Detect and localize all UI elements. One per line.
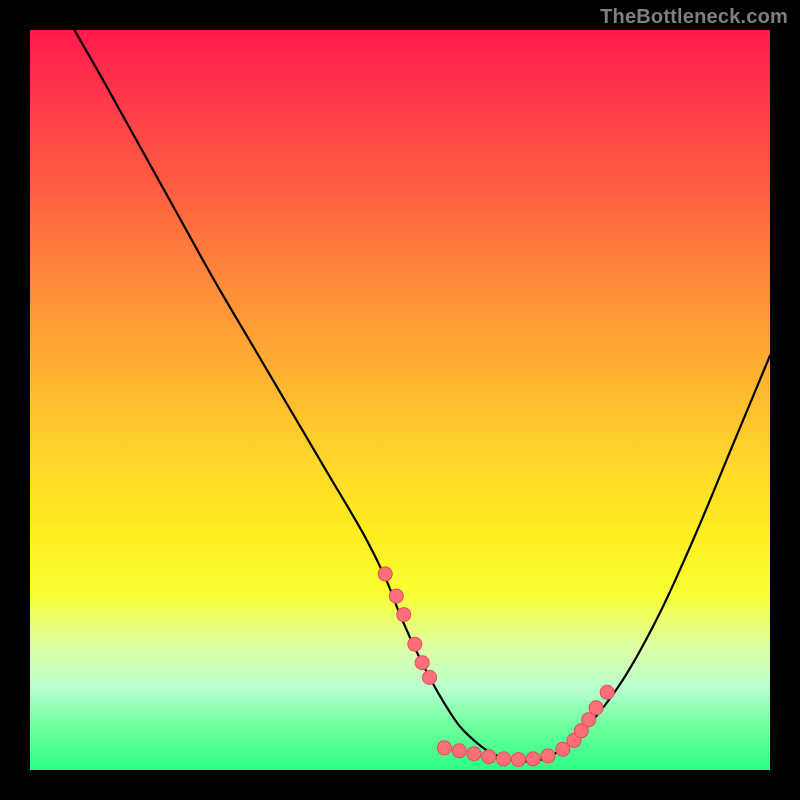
highlight-dot xyxy=(389,589,403,603)
watermark-label: TheBottleneck.com xyxy=(600,6,788,29)
highlight-dot xyxy=(408,637,422,651)
plot-area xyxy=(30,30,770,770)
highlight-dot xyxy=(526,752,540,766)
highlight-dot xyxy=(397,608,411,622)
bottleneck-curve xyxy=(74,30,770,762)
highlight-dot xyxy=(437,741,451,755)
highlight-dot xyxy=(423,671,437,685)
highlight-dot xyxy=(589,701,603,715)
highlight-dot xyxy=(497,752,511,766)
highlight-dot xyxy=(415,656,429,670)
highlight-dots xyxy=(378,567,614,767)
highlight-dot xyxy=(541,749,555,763)
highlight-dot xyxy=(511,753,525,767)
highlight-dot xyxy=(600,685,614,699)
highlight-dot xyxy=(467,747,481,761)
highlight-dot xyxy=(482,750,496,764)
curve-layer xyxy=(30,30,770,770)
highlight-dot xyxy=(452,744,466,758)
chart-frame: TheBottleneck.com xyxy=(0,0,800,800)
highlight-dot xyxy=(378,567,392,581)
